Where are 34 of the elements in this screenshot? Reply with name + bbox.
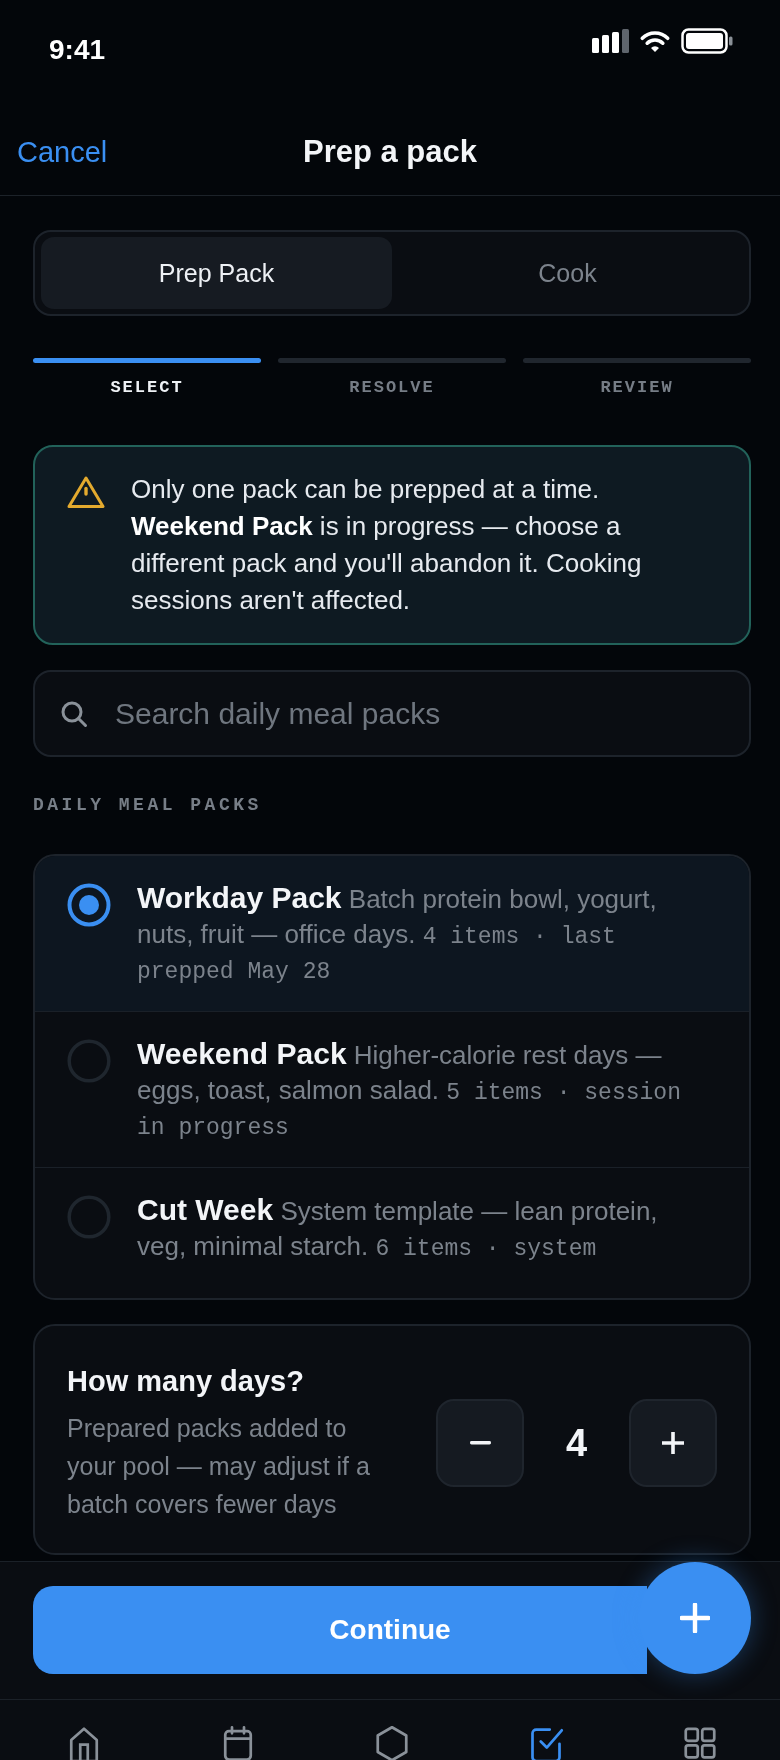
clock-time: 9:41 [49,33,106,67]
days-hint: Prepared packs added to your pool — may adjust if a batch covers fewer days [67,1413,371,1520]
days-title: How many days? [67,1364,305,1399]
plus-icon [680,1603,710,1633]
mode-tab[interactable]: Prep Pack [41,237,392,309]
pack-option[interactable]: Cut Week System template — lean protein, veg, minimal starch. 6 items · system [35,1167,749,1298]
page-title: Prep a pack [302,133,477,171]
mode-tab[interactable]: Cook [392,237,743,309]
cancel-button[interactable]: Cancel [17,135,108,169]
day-count: 4 [564,1421,589,1465]
hexagon-icon[interactable] [374,1725,410,1760]
radio-icon[interactable] [67,1195,111,1239]
search-field[interactable]: Search daily meal packs [33,670,751,757]
warning-icon [67,475,105,509]
plus-icon [662,1432,684,1454]
section-heading: DAILY MEAL PACKS [33,795,262,815]
search-icon [60,699,88,728]
add-button[interactable] [639,1562,751,1674]
signal-icon [592,29,629,53]
increment-button[interactable] [629,1399,717,1487]
wifi-icon [639,29,671,53]
battery-icon [681,28,733,54]
radio-icon[interactable] [67,1039,111,1083]
radio-icon[interactable] [67,883,111,927]
pack-option[interactable]: Weekend Pack Higher-calorie rest days — eggs, toast, salmon salad. 5 items · session in progress [35,1011,749,1167]
checkbox-icon[interactable] [528,1725,564,1760]
warning-message: Only one pack can be prepped at a time. Weekend Pack is in progress — choose a different pack and you'll abandon it. Cooking sessions aren't affected. [131,473,643,617]
step-label: RESOLVE [349,377,435,399]
step-label: REVIEW [600,377,674,399]
minus-icon [469,1441,491,1445]
grid-icon[interactable] [682,1725,718,1760]
step-label: SELECT [110,377,184,399]
search-input[interactable]: Search daily meal packs [115,691,725,736]
pack-option[interactable]: Workday Pack Batch protein bowl, yogurt, nuts, fruit — office days. 4 items · last prepped May 28 [35,856,749,1011]
